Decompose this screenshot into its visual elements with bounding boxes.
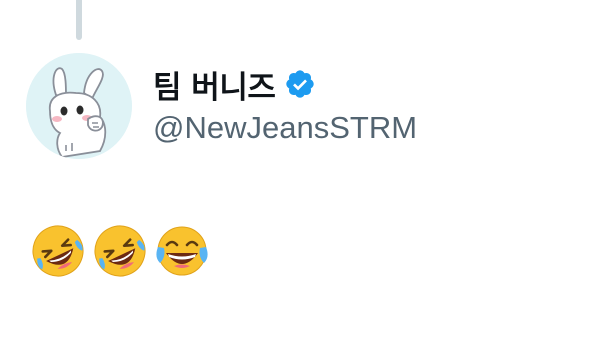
rolling-on-floor-laughing-emoji [30,223,86,279]
rolling-on-floor-laughing-emoji [92,223,148,279]
avatar[interactable] [26,53,132,159]
verified-badge-icon [284,68,316,100]
author-handle[interactable]: @NewJeansSTRM [153,110,417,146]
author-display-name[interactable]: 팀 버니즈 [153,62,276,107]
thread-connector-line [76,0,82,40]
author-name-row[interactable]: 팀 버니즈 [153,62,316,106]
bunny-avatar-icon [26,53,132,159]
face-with-tears-of-joy-emoji [154,223,210,279]
tweet-text [30,222,210,280]
